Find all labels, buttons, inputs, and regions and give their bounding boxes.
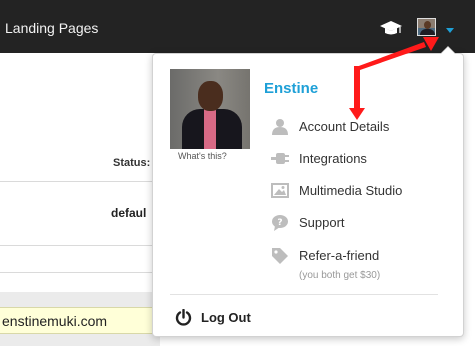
- status-column-header: Status:: [113, 157, 151, 169]
- nav-landing-pages[interactable]: Landing Pages: [5, 20, 98, 36]
- menu-item-multimedia-studio[interactable]: Multimedia Studio: [271, 181, 451, 201]
- domain-url-value: enstinemuki.com: [2, 313, 108, 329]
- svg-text:?: ?: [277, 218, 282, 228]
- plug-icon: [271, 153, 289, 164]
- profile-photo[interactable]: [170, 69, 250, 149]
- image-icon: [271, 183, 289, 198]
- menu-item-label: Integrations: [299, 151, 367, 166]
- chevron-down-icon[interactable]: [446, 28, 454, 33]
- menu-item-label: Multimedia Studio: [299, 183, 403, 198]
- logout-button[interactable]: Log Out: [175, 308, 275, 328]
- account-dropdown-menu: What's this? Enstine Account Details Int…: [152, 46, 464, 337]
- power-icon: [175, 309, 192, 326]
- graduation-cap-icon[interactable]: [379, 19, 403, 37]
- user-icon: [272, 119, 288, 135]
- menu-item-refer-a-friend[interactable]: Refer-a-friend: [271, 246, 451, 266]
- user-avatar-button[interactable]: [417, 18, 436, 36]
- menu-item-support[interactable]: ? Support: [271, 213, 451, 233]
- menu-item-label: Account Details: [299, 119, 390, 134]
- menu-item-label: Support: [299, 215, 345, 230]
- table-divider: [0, 181, 160, 182]
- table-divider: [0, 272, 160, 273]
- refer-bonus-note: (you both get $30): [299, 270, 381, 281]
- menu-divider: [170, 294, 438, 295]
- status-cell: defaul: [111, 206, 147, 220]
- user-name: Enstine: [264, 80, 319, 97]
- tag-icon: [272, 248, 288, 264]
- menu-item-label: Refer-a-friend: [299, 248, 380, 263]
- chat-bubble-icon: ?: [272, 215, 288, 231]
- menu-item-integrations[interactable]: Integrations: [271, 149, 451, 169]
- table-divider: [0, 245, 160, 246]
- whats-this-link[interactable]: What's this?: [178, 151, 227, 161]
- menu-item-account-details[interactable]: Account Details: [271, 117, 451, 137]
- domain-url-field[interactable]: enstinemuki.com: [0, 307, 160, 334]
- top-navbar: Landing Pages: [0, 0, 475, 53]
- logout-label: Log Out: [201, 310, 251, 325]
